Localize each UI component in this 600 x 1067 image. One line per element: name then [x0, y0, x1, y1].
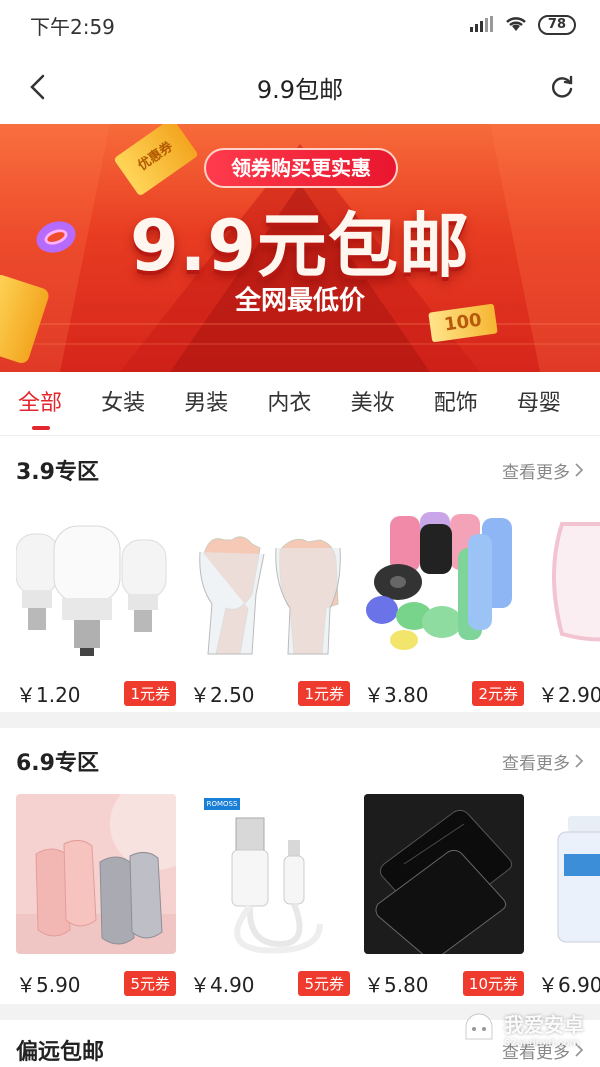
product-price: ￥2.50 — [190, 682, 255, 707]
status-time: 下午2:59 — [30, 14, 115, 39]
nav-bar: 9.9包邮 — [0, 50, 600, 124]
section-title: 偏远包邮 — [16, 1040, 105, 1065]
tab-underwear[interactable]: 内衣 — [267, 372, 350, 436]
coupon-badge: 5元券 — [124, 970, 176, 996]
section-title: 6.9专区 — [16, 751, 99, 776]
signal-icon — [469, 13, 494, 37]
product-price: ￥3.80 — [364, 682, 429, 707]
view-more-label: 查看更多 — [502, 753, 570, 774]
product-price: ￥6.90 — [538, 972, 600, 997]
tab-baby[interactable]: 母婴 — [517, 372, 600, 436]
coupon-badge: 5元券 — [298, 970, 350, 996]
chevron-left-icon — [30, 74, 45, 100]
product-card[interactable]: ￥6.90 — [538, 794, 600, 1004]
product-card[interactable]: ￥2.90 — [538, 504, 600, 712]
banner-subtitle: 全网最低价 — [234, 286, 365, 316]
page-title: 9.9包邮 — [256, 75, 344, 104]
coupon-badge: 2元券 — [472, 680, 524, 706]
back-button[interactable] — [20, 69, 56, 105]
chevron-right-icon — [575, 754, 584, 768]
tab-all[interactable]: 全部 — [18, 372, 101, 436]
bottle-icon — [538, 794, 600, 954]
view-more-label: 查看更多 — [502, 462, 570, 483]
usb-cable-icon: ROMOSS — [190, 794, 350, 954]
screen-protector-icon — [364, 794, 524, 954]
product-card[interactable]: ￥5.80 10元券 — [364, 794, 524, 1004]
watermark-text: 我爱安卓 — [504, 1013, 584, 1037]
product-card[interactable]: ￥1.20 1元券 — [16, 504, 176, 712]
tab-womens[interactable]: 女装 — [101, 372, 184, 436]
watermark-sub: 52android.com — [504, 1038, 580, 1049]
product-card[interactable]: ROMOSS ￥4.90 5元券 — [190, 794, 350, 1004]
android-logo-icon — [465, 1013, 493, 1040]
view-more-link[interactable]: 查看更多 — [502, 458, 584, 483]
wifi-icon — [504, 13, 528, 37]
product-price: ￥4.90 — [190, 972, 255, 997]
product-price: ￥5.90 — [16, 972, 81, 997]
product-card[interactable]: ￥5.90 5元券 — [16, 794, 176, 1004]
led-bulbs-icon — [16, 504, 176, 664]
tab-accessories[interactable]: 配饰 — [434, 372, 517, 436]
slippers-icon — [16, 794, 176, 954]
product-price: ￥2.90 — [538, 682, 600, 707]
disposable-gloves-icon — [190, 504, 350, 664]
banner-title: 9.9元包邮 — [129, 205, 470, 287]
category-tabs: 全部 女装 男装 内衣 美妆 配饰 母婴 — [0, 372, 600, 436]
battery-indicator: 78 — [537, 15, 576, 35]
section-3-9: 3.9专区 查看更多 ￥1.20 1元券 ￥2.50 1元券 ￥3.80 2元券… — [0, 436, 600, 712]
coupon-badge: 10元券 — [462, 970, 524, 996]
garbage-bag-rolls-icon — [364, 504, 524, 664]
section-6-9: 6.9专区 查看更多 ￥5.90 5元券 ROMOSS ￥4.90 5元券 ￥5… — [0, 728, 600, 1004]
coupon-badge: 1元券 — [298, 680, 350, 706]
coupon-badge: 1元券 — [124, 680, 176, 706]
watermark: 我爱安卓 52android.com — [462, 1009, 584, 1049]
refresh-button[interactable] — [544, 69, 580, 105]
chevron-right-icon — [575, 463, 584, 477]
section-title: 3.9专区 — [16, 460, 99, 485]
pink-device-icon — [538, 504, 600, 664]
promo-banner[interactable]: 优惠券 领券购买更实惠 9.9元包邮 全网最低价 100 — [0, 124, 600, 372]
tab-beauty[interactable]: 美妆 — [351, 372, 434, 436]
product-price: ￥1.20 — [16, 682, 81, 707]
view-more-link[interactable]: 查看更多 — [502, 749, 584, 774]
status-bar: 下午2:59 78 — [0, 0, 600, 50]
brand-logo: ROMOSS — [204, 798, 240, 810]
product-card[interactable]: ￥3.80 2元券 — [364, 504, 524, 712]
banner-pill: 领券购买更实惠 — [204, 148, 398, 188]
product-card[interactable]: ￥2.50 1元券 — [190, 504, 350, 712]
refresh-icon — [551, 75, 573, 98]
product-price: ￥5.80 — [364, 972, 429, 997]
tab-mens[interactable]: 男装 — [184, 372, 267, 436]
